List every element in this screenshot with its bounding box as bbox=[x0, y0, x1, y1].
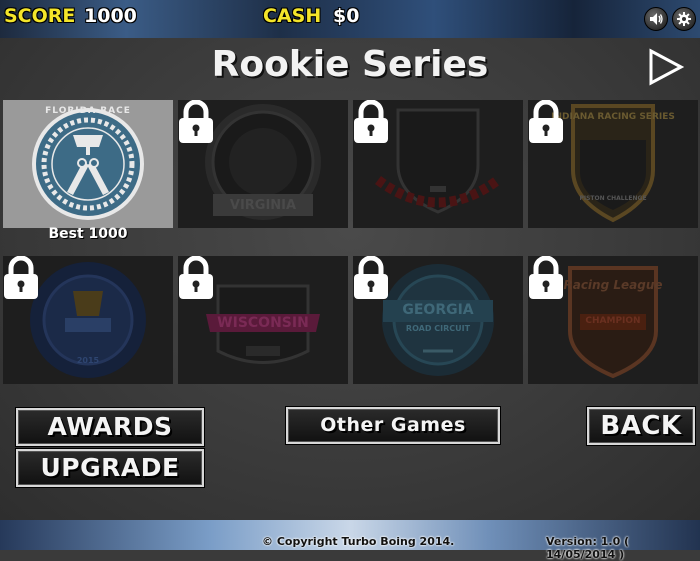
badge-text: FLORIDA RACE bbox=[45, 106, 131, 116]
badge-text: GEORGIA bbox=[402, 302, 474, 318]
track-tile-pennsylvania[interactable] bbox=[353, 100, 523, 228]
copyright-text: © Copyright Turbo Boing 2014. bbox=[262, 535, 455, 548]
score-label: SCORE bbox=[4, 5, 76, 27]
badge-subtext: PISTON CHALLENGE bbox=[579, 195, 647, 202]
gear-icon bbox=[677, 12, 691, 26]
version-text: Version: 1.0 ( 14/05/2014 ) bbox=[546, 535, 630, 561]
track-tile-wisconsin[interactable]: WISCONSIN bbox=[178, 256, 348, 384]
awards-button[interactable]: AWARDS bbox=[16, 408, 204, 446]
lock-icon bbox=[529, 256, 563, 299]
page-title: Rookie Series bbox=[211, 44, 489, 85]
back-button[interactable]: BACK bbox=[587, 407, 695, 445]
badge-text: WISCONSIN bbox=[217, 315, 309, 331]
track-tile-florida[interactable]: FLORIDA RACE bbox=[3, 100, 173, 228]
lock-icon bbox=[354, 256, 388, 299]
settings-button[interactable] bbox=[672, 7, 696, 31]
score-value: 1000 bbox=[84, 5, 137, 27]
badge-subtext: CHAMPION bbox=[585, 316, 641, 326]
cash-value: $0 bbox=[333, 5, 360, 27]
lock-icon bbox=[354, 100, 388, 143]
florida-race-badge-icon bbox=[32, 108, 144, 220]
track-tile-championship[interactable]: 2015 bbox=[3, 256, 173, 384]
play-next-icon[interactable] bbox=[648, 48, 684, 86]
badge-text: VIRGINIA bbox=[229, 198, 297, 213]
lock-icon bbox=[529, 100, 563, 143]
track-tile-virginia[interactable]: VIRGINIA bbox=[178, 100, 348, 228]
lock-icon bbox=[4, 256, 38, 299]
track-tile-racing-league[interactable]: Racing League CHAMPION bbox=[528, 256, 698, 384]
track-tile-georgia[interactable]: GEORGIA ROAD CIRCUIT bbox=[353, 256, 523, 384]
speaker-icon bbox=[650, 13, 663, 25]
upgrade-button[interactable]: UPGRADE bbox=[16, 449, 204, 487]
cash-label: CASH bbox=[263, 5, 322, 27]
lock-icon bbox=[179, 256, 213, 299]
sound-toggle-button[interactable] bbox=[644, 7, 668, 31]
best-score-label: Best 1000 bbox=[48, 226, 128, 242]
other-games-button[interactable]: Other Games bbox=[286, 407, 500, 444]
lock-icon bbox=[179, 100, 213, 143]
track-tile-indiana[interactable]: INDIANA RACING SERIES PISTON CHALLENGE bbox=[528, 100, 698, 228]
badge-subtext: ROAD CIRCUIT bbox=[405, 324, 471, 333]
badge-subtext: 2015 bbox=[76, 356, 100, 365]
